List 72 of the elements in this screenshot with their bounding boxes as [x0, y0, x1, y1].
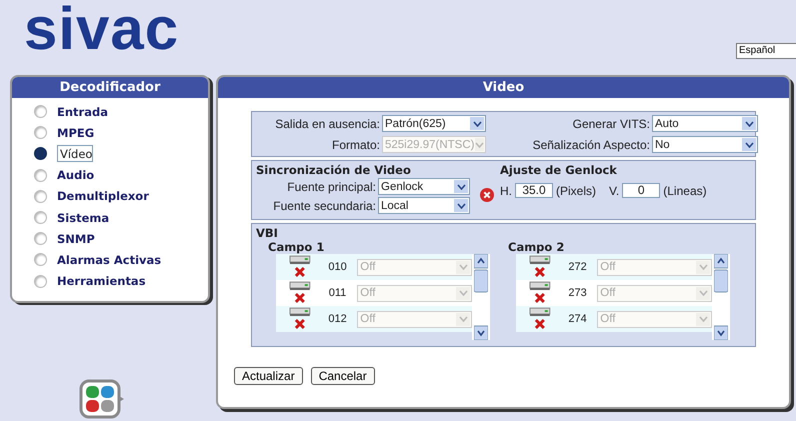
caret-icon [742, 117, 756, 130]
section-title: Sincronización de Video [256, 163, 412, 177]
logo: sivac [24, 0, 180, 63]
section-title: Ajuste de Genlock [500, 163, 618, 177]
caret-icon [456, 286, 470, 300]
input-field[interactable]: 35.0 [515, 183, 553, 198]
radio-button[interactable] [34, 105, 47, 118]
radio-button[interactable] [34, 147, 47, 160]
caret-icon [696, 286, 710, 300]
radio-button[interactable] [34, 126, 47, 140]
caret-icon [742, 138, 756, 151]
scrollbar[interactable] [472, 254, 490, 340]
device-disabled-icon [528, 281, 552, 305]
caret-icon [454, 199, 468, 212]
language-select[interactable]: Español [736, 43, 796, 59]
caret-icon [475, 138, 484, 151]
device-disabled-icon [288, 255, 312, 279]
sidebar-item[interactable]: Alarmas Activas [57, 252, 162, 267]
line-number: 273 [567, 287, 588, 299]
sidebar-title: Decodificador [12, 77, 208, 98]
field-title: Campo 2 [508, 240, 566, 254]
dropdown[interactable]: Patrón(625) [382, 115, 486, 132]
device-disabled-icon [528, 255, 552, 279]
dropdown[interactable]: Auto [652, 115, 758, 132]
dropdown[interactable]: No [652, 136, 758, 153]
field-label: Formato: [330, 138, 380, 152]
cancel-button[interactable]: Cancelar [310, 367, 375, 385]
line-number: 012 [327, 313, 348, 325]
radio-button[interactable] [34, 253, 47, 266]
radio-button[interactable] [34, 274, 47, 288]
radio-button[interactable] [34, 232, 47, 246]
caret-icon [470, 117, 484, 130]
sidebar-item[interactable]: Entrada [57, 104, 108, 119]
device-disabled-icon [288, 307, 312, 331]
scrollbar[interactable] [712, 254, 730, 340]
field-label: Señalización Aspecto: [532, 138, 650, 152]
unit-label: (Lineas) [663, 184, 707, 198]
panel-title: Video [218, 77, 789, 98]
sidebar-item[interactable]: Demultiplexor [57, 189, 149, 204]
field-label: Salida en ausencia: [274, 116, 380, 130]
caret-icon [456, 312, 470, 326]
input-field[interactable]: 0 [622, 183, 660, 198]
device-disabled-icon [528, 307, 552, 331]
sidebar-item[interactable]: Herramientas [57, 274, 146, 288]
caret-icon [696, 312, 710, 326]
sidebar-item[interactable]: Vídeo [57, 145, 94, 162]
caret-icon [454, 180, 468, 193]
sidebar-item[interactable]: MPEG [57, 126, 94, 140]
dropdown[interactable]: Genlock [378, 178, 470, 195]
radio-button[interactable] [34, 168, 47, 182]
field-label: Fuente secundaria: [272, 198, 376, 212]
radio-button[interactable] [34, 190, 47, 203]
unit-label: (Pixels) [556, 184, 596, 198]
caret-icon [696, 260, 710, 274]
field-title: Campo 1 [268, 240, 326, 254]
dropdown[interactable]: Local [378, 197, 470, 214]
line-number: 274 [567, 313, 588, 325]
sidebar-item[interactable]: Audio [57, 168, 94, 182]
line-number: 010 [327, 261, 348, 273]
line-number: 272 [567, 261, 588, 273]
update-button[interactable]: Actualizar [234, 367, 303, 385]
line-number: 011 [328, 287, 348, 299]
section-title: VBI [256, 226, 279, 240]
caret-icon [456, 260, 470, 274]
field-label: Generar VITS: [572, 116, 650, 130]
field-label: H. [500, 184, 512, 198]
sidebar-item[interactable]: SNMP [57, 232, 95, 246]
device-disabled-icon [288, 281, 312, 305]
radio-button[interactable] [34, 211, 47, 224]
field-label: V. [609, 184, 620, 198]
field-label: Fuente principal: [286, 180, 376, 194]
sidebar-item[interactable]: Sistema [57, 210, 110, 225]
